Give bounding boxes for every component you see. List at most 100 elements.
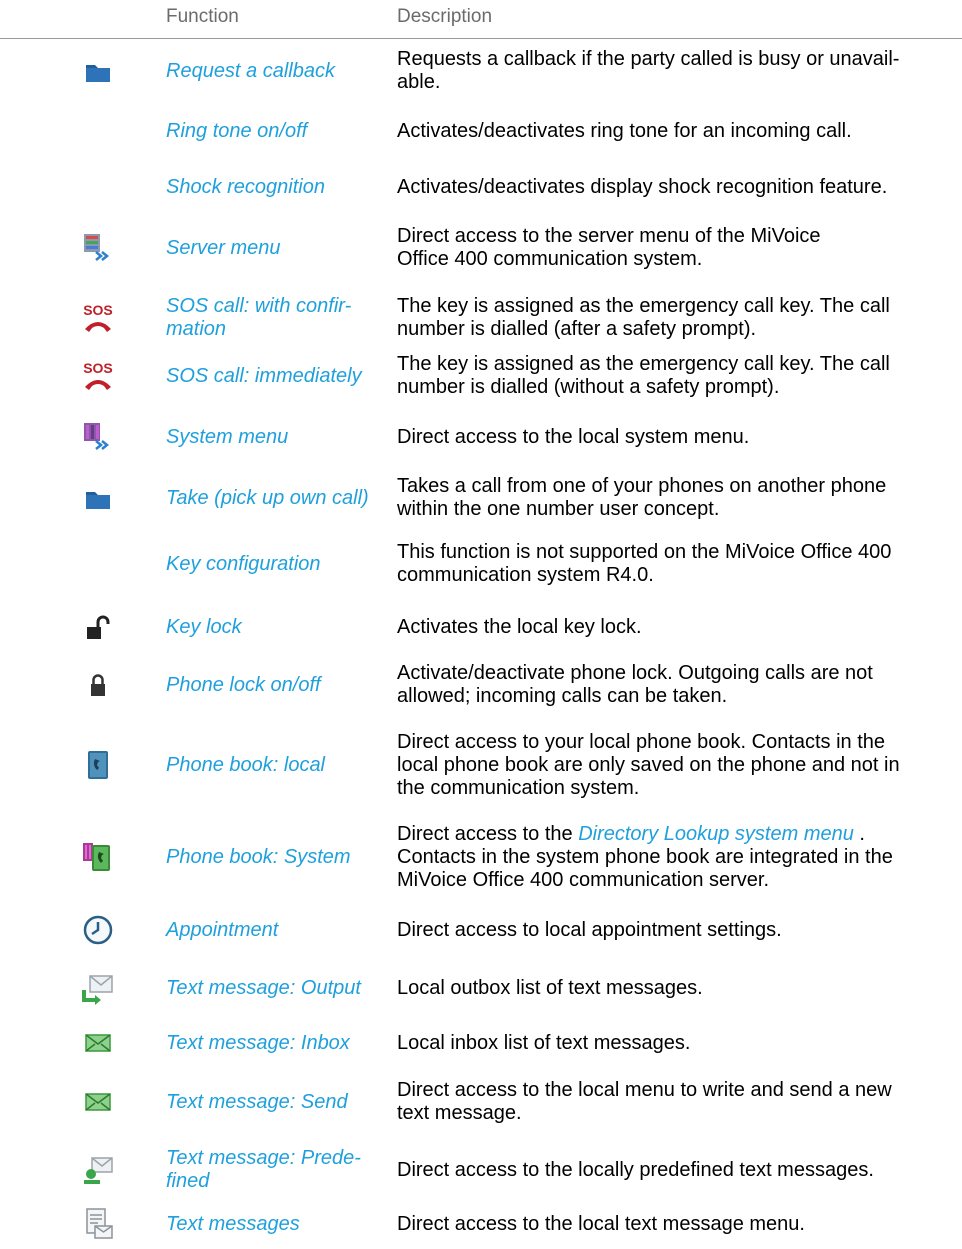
function-description: Activates/deactivates display shock reco…: [397, 164, 957, 210]
function-link[interactable]: Phone lock on/off: [166, 656, 394, 714]
table-row: Text message: Output Local outbox list of…: [0, 964, 962, 1012]
sos-icon: SOS: [80, 358, 116, 394]
lock-icon: [80, 667, 116, 703]
description-text: Requests a callback if the party called …: [397, 48, 900, 93]
function-link[interactable]: Text messages: [166, 1204, 394, 1244]
description-text: Direct access to the local menu to write…: [397, 1079, 892, 1124]
description-text: Takes a call from one of your phones on …: [397, 475, 887, 520]
function-link[interactable]: Text message: Inbox: [166, 1018, 394, 1068]
function-name: Text message: Send: [166, 1090, 348, 1113]
description-text: Direct access to your local phone book. …: [397, 730, 900, 799]
table-row: Appointment Direct access to local appoin…: [0, 906, 962, 954]
table-row: Key lock Activates the local key lock.: [0, 604, 962, 650]
function-link[interactable]: Shock recognition: [166, 164, 394, 210]
function-description: The key is assigned as the emergency cal…: [397, 350, 957, 402]
table-row: Phone book: System Direct access to the D…: [0, 816, 962, 898]
function-name: System menu: [166, 425, 289, 448]
function-name: Text message: Inbox: [166, 1031, 350, 1054]
function-name: Text message: Prede- fined: [166, 1147, 361, 1192]
folder-icon: [80, 53, 116, 89]
function-name: SOS call: with confir- mation: [166, 295, 352, 340]
table-row: Text message: Prede- fined Direct access …: [0, 1140, 962, 1200]
function-description: This function is not supported on the Mi…: [397, 536, 957, 592]
function-link[interactable]: Phone book: System: [166, 816, 394, 898]
function-description: Local inbox list of text messages.: [397, 1018, 957, 1068]
description-text: Activates the local key lock.: [397, 615, 642, 638]
table-row: Text message: Inbox Local inbox list of t…: [0, 1018, 962, 1068]
function-link[interactable]: Phone book: local: [166, 722, 394, 808]
description-text: Activates/deactivates ring tone for an i…: [397, 119, 852, 142]
table-row: Ring tone on/off Activates/deactivates ri…: [0, 108, 962, 154]
function-description: Direct access to the local system menu.: [397, 414, 957, 460]
function-name: Key lock: [166, 615, 242, 638]
function-name: Request a callback: [166, 59, 335, 82]
table-row: SOS SOS call: with confir- mation The key …: [0, 292, 962, 344]
unlock-icon: [80, 609, 116, 645]
function-name: Ring tone on/off: [166, 119, 308, 142]
outbox-icon: [80, 970, 116, 1006]
function-link[interactable]: Text message: Output: [166, 964, 394, 1012]
function-link[interactable]: Server menu: [166, 222, 394, 274]
function-description: Direct access to local appointment setti…: [397, 906, 957, 954]
folder-icon: [80, 480, 116, 516]
column-header-description: Description: [397, 6, 493, 27]
function-link[interactable]: SOS call: immediately: [166, 350, 394, 402]
function-description: Direct access to the Directory Lookup sy…: [397, 816, 957, 898]
description-text: This function is not supported on the Mi…: [397, 541, 892, 586]
description-text: Local outbox list of text messages.: [397, 976, 703, 999]
description-text: Direct access to local appointment setti…: [397, 918, 782, 941]
table-row: Text messages Direct access to the local …: [0, 1204, 962, 1244]
function-link[interactable]: Text message: Send: [166, 1074, 394, 1130]
function-link[interactable]: Text message: Prede- fined: [166, 1140, 394, 1200]
function-description: Direct access to the local menu to write…: [397, 1074, 957, 1130]
system-menu-icon: [80, 419, 116, 455]
table-row: Phone book: local Direct access to your l…: [0, 722, 962, 808]
function-description: Activates the local key lock.: [397, 604, 957, 650]
function-link[interactable]: Appointment: [166, 906, 394, 954]
function-description: Takes a call from one of your phones on …: [397, 472, 957, 524]
table-row: Shock recognition Activates/deactivates d…: [0, 164, 962, 210]
table-row: Request a callback Requests a callback if…: [0, 46, 962, 96]
sos-icon: SOS: [80, 300, 116, 336]
table-row: Key configuration This function is not su…: [0, 536, 962, 592]
function-name: Phone book: local: [166, 753, 326, 776]
function-description: Activate/deactivate phone lock. Outgoing…: [397, 656, 957, 714]
function-link[interactable]: SOS call: with confir- mation: [166, 292, 394, 344]
function-name: Key configuration: [166, 552, 321, 575]
envelope-icon: [80, 1025, 116, 1061]
function-description: Direct access to the locally predefined …: [397, 1140, 957, 1200]
table-row: SOS SOS call: immediately The key is assig…: [0, 350, 962, 402]
function-link[interactable]: Request a callback: [166, 46, 394, 96]
function-description: Local outbox list of text messages.: [397, 964, 957, 1012]
function-link[interactable]: Key lock: [166, 604, 394, 650]
column-header-function: Function: [166, 6, 239, 27]
table-row: System menu Direct access to the local sy…: [0, 414, 962, 460]
description-text: Local inbox list of text messages.: [397, 1031, 691, 1054]
clock-icon: [80, 912, 116, 948]
description-text: Direct access to the locally predefined …: [397, 1158, 874, 1181]
function-link[interactable]: Key configuration: [166, 536, 394, 592]
table-row: Phone lock on/off Activate/deactivate pho…: [0, 656, 962, 714]
function-link[interactable]: System menu: [166, 414, 394, 460]
function-name: Shock recognition: [166, 175, 325, 198]
table-row: Take (pick up own call) Takes a call from…: [0, 472, 962, 524]
function-description: The key is assigned as the emergency cal…: [397, 292, 957, 344]
envelope-icon: [80, 1084, 116, 1120]
description-text: The key is assigned as the emergency cal…: [397, 353, 890, 398]
table-row: Server menu Direct access to the server m…: [0, 222, 962, 274]
description-text: Direct access to the server menu of the …: [397, 225, 821, 270]
header-divider: [0, 38, 962, 39]
function-name: Phone lock on/off: [166, 673, 321, 696]
directory-lookup-link[interactable]: Directory Lookup system menu: [578, 823, 854, 845]
function-name: Appointment: [166, 918, 279, 941]
description-text: Activates/deactivates display shock reco…: [397, 175, 888, 198]
function-link[interactable]: Take (pick up own call): [166, 472, 394, 524]
function-name: Text message: Output: [166, 976, 361, 999]
function-description: Activates/deactivates ring tone for an i…: [397, 108, 957, 154]
function-description: Direct access to your local phone book. …: [397, 722, 957, 808]
description-text: Activate/deactivate phone lock. Outgoing…: [397, 662, 873, 707]
phone-book-icon: [80, 747, 116, 783]
function-link[interactable]: Ring tone on/off: [166, 108, 394, 154]
system-phone-book-icon: [80, 839, 116, 875]
description-text: The key is assigned as the emergency cal…: [397, 295, 890, 340]
